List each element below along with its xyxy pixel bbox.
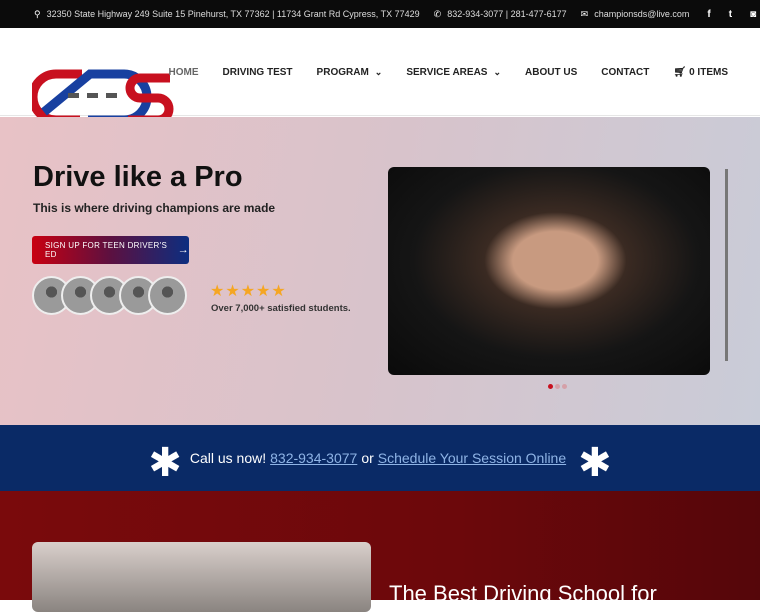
nav-label: ABOUT US	[525, 66, 578, 78]
about-section: The Best Driving School for	[0, 491, 760, 612]
phone-numbers[interactable]: 832-934-3077 | 281-477-6177	[447, 9, 566, 19]
star-rating: ★★★★★	[210, 283, 287, 300]
nav-about-us[interactable]: ABOUT US	[525, 67, 577, 78]
schedule-link[interactable]: Schedule Your Session Online	[378, 450, 566, 466]
mail-icon: ✉	[580, 8, 589, 19]
section-image	[32, 542, 371, 612]
hero-subtitle: This is where driving champions are made	[33, 201, 276, 215]
cart-icon: 🛒︎	[673, 66, 687, 78]
nav-label: 0 ITEMS	[689, 66, 728, 78]
phone-link[interactable]: 832-934-3077	[270, 450, 357, 466]
slider-dot[interactable]	[562, 384, 567, 389]
nav-label: HOME	[168, 66, 199, 78]
nav-label: CONTACT	[601, 66, 650, 78]
chevron-down-icon: ⌄	[374, 66, 383, 77]
nav-cart[interactable]: 🛒︎ 0 ITEMS	[673, 67, 728, 78]
nav-label: SERVICE AREAS	[406, 66, 488, 78]
address: 32350 State Highway 249 Suite 15 Pinehur…	[46, 9, 420, 19]
phone-icon: ✆	[433, 8, 442, 19]
slider-dots	[548, 384, 567, 389]
nav-contact[interactable]: CONTACT	[601, 67, 649, 78]
slider-dot[interactable]	[548, 384, 553, 389]
hero-slide-image	[388, 167, 710, 375]
hero-title: Drive like a Pro	[33, 161, 243, 193]
section-heading: The Best Driving School for	[389, 581, 657, 606]
instagram-icon[interactable]: ◙	[750, 9, 756, 20]
asterisk-icon: ✱	[578, 441, 612, 485]
students-count: Over 7,000+ satisfied students.	[211, 303, 351, 314]
asterisk-icon: ✱	[148, 441, 182, 485]
main-nav: HOME DRIVING TEST PROGRAM ⌄ SERVICE AREAS…	[145, 28, 728, 116]
chevron-down-icon: ⌄	[493, 66, 502, 77]
map-pin-icon: ⚲	[34, 8, 41, 19]
nav-program[interactable]: PROGRAM ⌄	[317, 67, 383, 78]
site-header: HOME DRIVING TEST PROGRAM ⌄ SERVICE AREAS…	[0, 28, 760, 125]
nav-label: PROGRAM	[316, 66, 369, 78]
nav-driving-test[interactable]: DRIVING TEST	[223, 67, 293, 78]
facebook-icon[interactable]: f	[707, 9, 710, 20]
or-text: or	[361, 450, 374, 466]
nav-home[interactable]: HOME	[169, 67, 199, 78]
signup-label: SIGN UP FOR TEEN DRIVER'S ED	[45, 241, 168, 259]
email-link[interactable]: championsds@live.com	[594, 9, 689, 19]
arrow-right-icon: →	[177, 244, 189, 256]
call-band: ✱ Call us now! 832-934-3077 or Schedule …	[0, 425, 760, 491]
student-avatars	[32, 276, 187, 315]
signup-button[interactable]: SIGN UP FOR TEEN DRIVER'S ED →	[32, 236, 189, 264]
top-bar: ⚲ 32350 State Highway 249 Suite 15 Pineh…	[0, 0, 760, 28]
next-slide-peek	[725, 169, 728, 361]
hero-section: Drive like a Pro This is where driving c…	[0, 117, 760, 425]
twitter-icon[interactable]: t	[729, 9, 732, 20]
nav-label: DRIVING TEST	[222, 66, 293, 78]
nav-service-areas[interactable]: SERVICE AREAS ⌄	[406, 67, 501, 78]
slider-dot[interactable]	[555, 384, 560, 389]
avatar	[148, 276, 187, 315]
call-text: Call us now!	[189, 450, 267, 466]
